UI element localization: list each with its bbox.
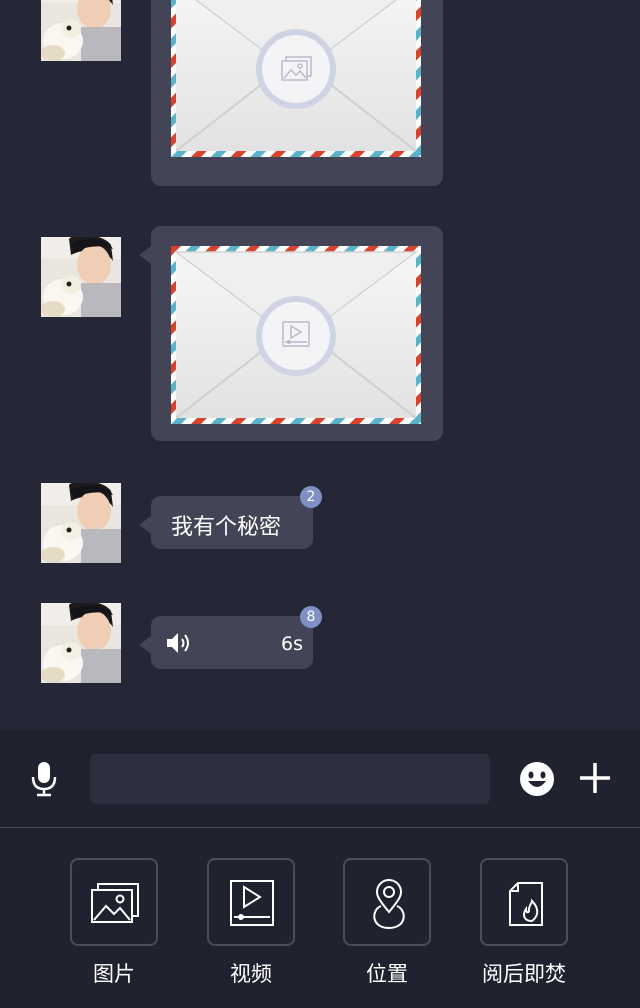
message-text: 我有个秘密: [171, 515, 282, 540]
tool-button-image[interactable]: [70, 858, 158, 946]
microphone-icon[interactable]: [30, 761, 58, 797]
tool-panel: 图片 视频 位置 阅后即焚: [0, 828, 640, 1008]
emoji-icon[interactable]: [519, 761, 555, 797]
video-icon: [282, 321, 310, 347]
plus-icon[interactable]: [578, 761, 612, 795]
avatar[interactable]: [41, 603, 121, 683]
video-icon: [230, 880, 274, 926]
avatar[interactable]: [41, 0, 121, 61]
avatar[interactable]: [41, 483, 121, 563]
video-message-bubble[interactable]: [139, 226, 443, 441]
avatar[interactable]: [41, 237, 121, 317]
tool-label-location: 位置: [366, 962, 408, 986]
voice-duration: 6s: [281, 633, 303, 655]
text-message-bubble[interactable]: 我有个秘密: [139, 496, 313, 549]
tool-label-image: 图片: [93, 962, 135, 986]
input-bar: [0, 730, 640, 827]
image-message-bubble[interactable]: [151, 0, 443, 186]
unread-badge: 8: [300, 606, 322, 628]
tool-button-video[interactable]: [207, 858, 295, 946]
image-icon: [281, 56, 312, 81]
tool-label-burn-after-reading: 阅后即焚: [482, 962, 566, 986]
tool-label-video: 视频: [230, 962, 272, 986]
tool-button-burn-after-reading[interactable]: [480, 858, 568, 946]
chat-area[interactable]: 我有个秘密 2 6s 8: [0, 0, 640, 730]
location-pin-icon: [373, 879, 405, 930]
speaker-icon: [167, 633, 189, 653]
tool-button-location[interactable]: [343, 858, 431, 946]
burn-after-reading-icon: [509, 882, 543, 926]
voice-message-bubble[interactable]: 6s: [139, 616, 313, 669]
image-icon: [91, 883, 139, 923]
unread-badge: 2: [300, 486, 322, 508]
message-input[interactable]: [90, 754, 490, 804]
